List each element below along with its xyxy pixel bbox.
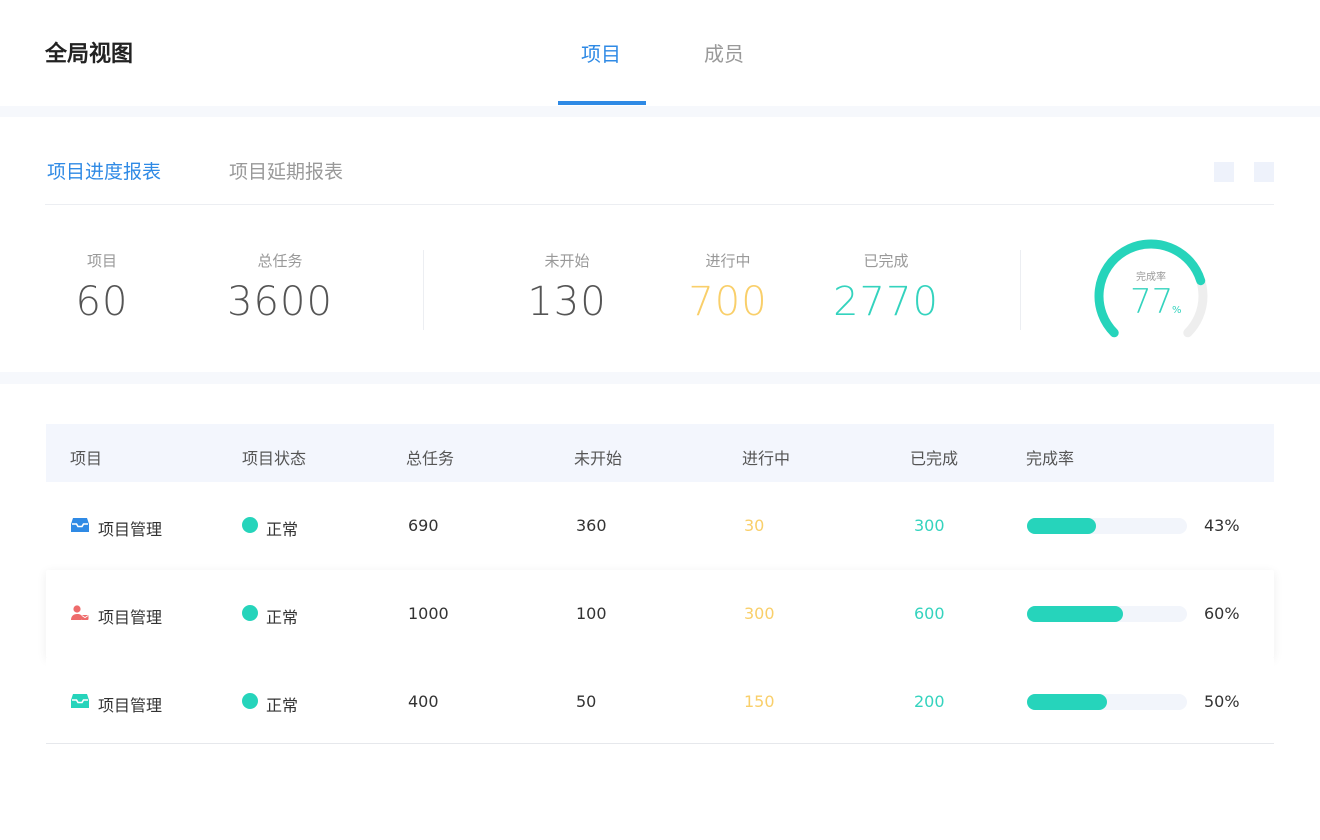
view-toggle-button-1[interactable] (1214, 162, 1234, 182)
table-row[interactable]: 项目管理 正常 1000 100 300 600 60% (46, 570, 1274, 658)
column-header-completed: 已完成 (910, 449, 959, 468)
top-header: 全局视图 项目 成员 (0, 0, 1320, 106)
column-header-not-started: 未开始 (574, 449, 623, 468)
project-name: 项目管理 (98, 520, 163, 539)
completion-gauge: 完成率 77 % (1090, 236, 1212, 346)
project-name: 项目管理 (98, 608, 163, 627)
status-dot (242, 693, 258, 709)
total-tasks: 690 (408, 516, 439, 535)
stat-projects: 项目 60 (62, 250, 142, 325)
section-divider (0, 106, 1320, 117)
in-progress: 150 (744, 692, 775, 711)
project-status: 正常 (266, 696, 299, 715)
not-started: 360 (576, 516, 607, 535)
stat-label: 进行中 (705, 252, 751, 270)
completed: 200 (914, 692, 945, 711)
completion-rate: 50% (1204, 692, 1240, 711)
inbox-icon (71, 693, 89, 709)
stat-label: 未开始 (544, 252, 590, 270)
report-tabs-divider (45, 204, 1274, 205)
progress-bar (1027, 518, 1187, 534)
progress-bar (1027, 694, 1187, 710)
stat-value: 3600 (227, 279, 333, 325)
stat-label: 项目 (86, 252, 117, 270)
page-title: 全局视图 (45, 42, 134, 67)
tab-members[interactable]: 成员 (704, 38, 744, 67)
stats-divider (423, 250, 424, 330)
view-toggle-button-2[interactable] (1254, 162, 1274, 182)
section-divider (0, 372, 1320, 384)
stat-label: 已完成 (863, 252, 909, 270)
stat-label: 总任务 (257, 252, 303, 270)
total-tasks: 400 (408, 692, 439, 711)
column-header-status: 项目状态 (242, 449, 307, 468)
progress-bar-fill (1027, 518, 1096, 534)
in-progress: 30 (744, 516, 765, 535)
not-started: 100 (576, 604, 607, 623)
completed: 600 (914, 604, 945, 623)
not-started: 50 (576, 692, 597, 711)
stats-divider (1020, 250, 1021, 330)
completion-rate: 43% (1204, 516, 1240, 535)
table-row[interactable]: 项目管理 正常 690 360 30 300 43% (46, 482, 1274, 570)
status-dot (242, 605, 258, 621)
in-progress: 300 (744, 604, 775, 623)
column-header-total: 总任务 (406, 449, 455, 468)
gauge-unit: % (1172, 305, 1182, 316)
stat-value: 130 (527, 279, 607, 325)
stat-total-tasks: 总任务 3600 (220, 250, 340, 325)
tab-delay-report[interactable]: 项目延期报表 (229, 157, 343, 184)
progress-bar-fill (1027, 694, 1107, 710)
column-header-rate: 完成率 (1026, 449, 1075, 468)
stat-not-started: 未开始 130 (517, 250, 617, 325)
tab-projects[interactable]: 项目 (581, 38, 621, 67)
stat-in-progress: 进行中 700 (678, 250, 778, 325)
stat-value: 700 (688, 279, 768, 325)
column-header-in-progress: 进行中 (742, 449, 791, 468)
inbox-icon (71, 517, 89, 533)
stat-value: 2770 (833, 279, 939, 325)
project-name: 项目管理 (98, 696, 163, 715)
total-tasks: 1000 (408, 604, 449, 623)
user-mail-icon (71, 605, 89, 621)
completion-rate: 60% (1204, 604, 1240, 623)
completed: 300 (914, 516, 945, 535)
active-tab-indicator (558, 101, 646, 105)
gauge-label: 完成率 (1136, 272, 1166, 283)
progress-bar (1027, 606, 1187, 622)
table-row[interactable]: 项目管理 正常 400 50 150 200 50% (46, 658, 1274, 744)
tab-progress-report[interactable]: 项目进度报表 (47, 157, 161, 184)
stat-value: 60 (75, 279, 129, 325)
stat-completed: 已完成 2770 (826, 250, 946, 325)
gauge-value: 77 (1130, 282, 1174, 322)
table-header: 项目 项目状态 总任务 未开始 进行中 已完成 完成率 (46, 424, 1274, 484)
project-status: 正常 (266, 608, 299, 627)
progress-bar-fill (1027, 606, 1123, 622)
status-dot (242, 517, 258, 533)
project-status: 正常 (266, 520, 299, 539)
column-header-project: 项目 (70, 449, 103, 468)
